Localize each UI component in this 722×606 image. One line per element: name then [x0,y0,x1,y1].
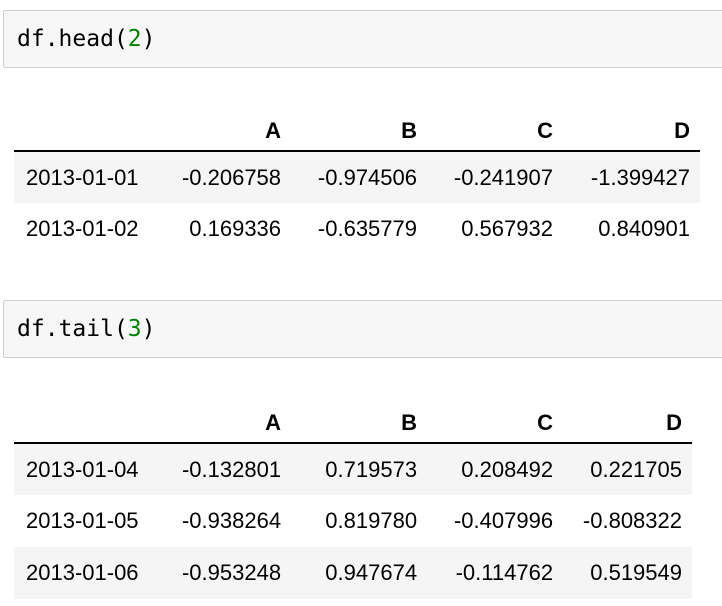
row-index: 2013-01-01 [26,164,139,190]
row-index: 2013-01-02 [26,216,139,241]
table-header-row: A B C D [14,112,700,152]
table-header-row: A B C D [14,404,692,444]
table-cell: 0.519549 [590,560,682,585]
column-header-d: D [563,404,692,444]
table-row: 2013-01-06 -0.953248 0.947674 -0.114762 … [14,547,692,599]
row-index: 2013-01-04 [26,456,139,482]
table-cell: -0.808322 [582,508,682,533]
row-index: 2013-01-06 [26,560,139,585]
code-close-paren: ) [141,316,156,342]
code-argument: 2 [127,26,142,52]
code-function: df.tail [17,316,114,342]
column-header-c: C [427,112,563,152]
column-header-d: D [562,112,700,152]
table-cell: 0.947674 [325,560,418,585]
code-close-paren: ) [141,26,156,52]
table-cell: 0.567932 [461,216,553,241]
table-cell: -0.407996 [453,508,554,533]
row-index: 2013-01-05 [26,508,139,533]
column-header-c: C [427,404,564,444]
table-row: 2013-01-02 0.169336 -0.635779 0.567932 0… [14,203,700,255]
code-cell-head[interactable]: df.head(2) [3,10,722,68]
dataframe-output-tail: A B C D 2013-01-04 -0.132801 0.719573 0.… [14,404,692,599]
code-open-paren: ( [113,316,128,342]
table-cell: -0.635779 [317,216,417,241]
table-row: 2013-01-01 -0.206758 -0.974506 -0.241907… [14,151,700,203]
dataframe-output-head: A B C D 2013-01-01 -0.206758 -0.974506 -… [14,112,700,255]
table-cell: -0.953248 [181,560,282,585]
table-cell: 0.221705 [590,456,682,482]
table-cell: -0.974506 [317,164,417,190]
index-header [14,404,167,444]
table-cell: 0.840901 [598,216,690,241]
code-open-paren: ( [113,26,128,52]
table-row: 2013-01-04 -0.132801 0.719573 0.208492 0… [14,443,692,495]
table-cell: -0.132801 [181,456,282,482]
column-header-a: A [166,404,292,444]
table-cell: 0.819780 [325,508,418,533]
column-header-a: A [166,112,292,152]
table-cell: 0.169336 [189,216,282,241]
code-cell-tail[interactable]: df.tail(3) [3,300,722,358]
table-cell: -0.114762 [455,560,554,585]
table-cell: -0.938264 [181,508,282,533]
table-row: 2013-01-05 -0.938264 0.819780 -0.407996 … [14,495,692,547]
table-cell: -0.206758 [181,164,282,190]
code-argument: 3 [127,316,142,342]
table-cell: 0.208492 [461,456,554,482]
table-cell: 0.719573 [325,456,418,482]
column-header-b: B [291,404,428,444]
column-header-b: B [291,112,427,152]
index-header [14,112,167,152]
code-function: df.head [17,26,114,52]
table-cell: -0.241907 [453,164,553,190]
table-cell: -1.399427 [590,164,690,190]
